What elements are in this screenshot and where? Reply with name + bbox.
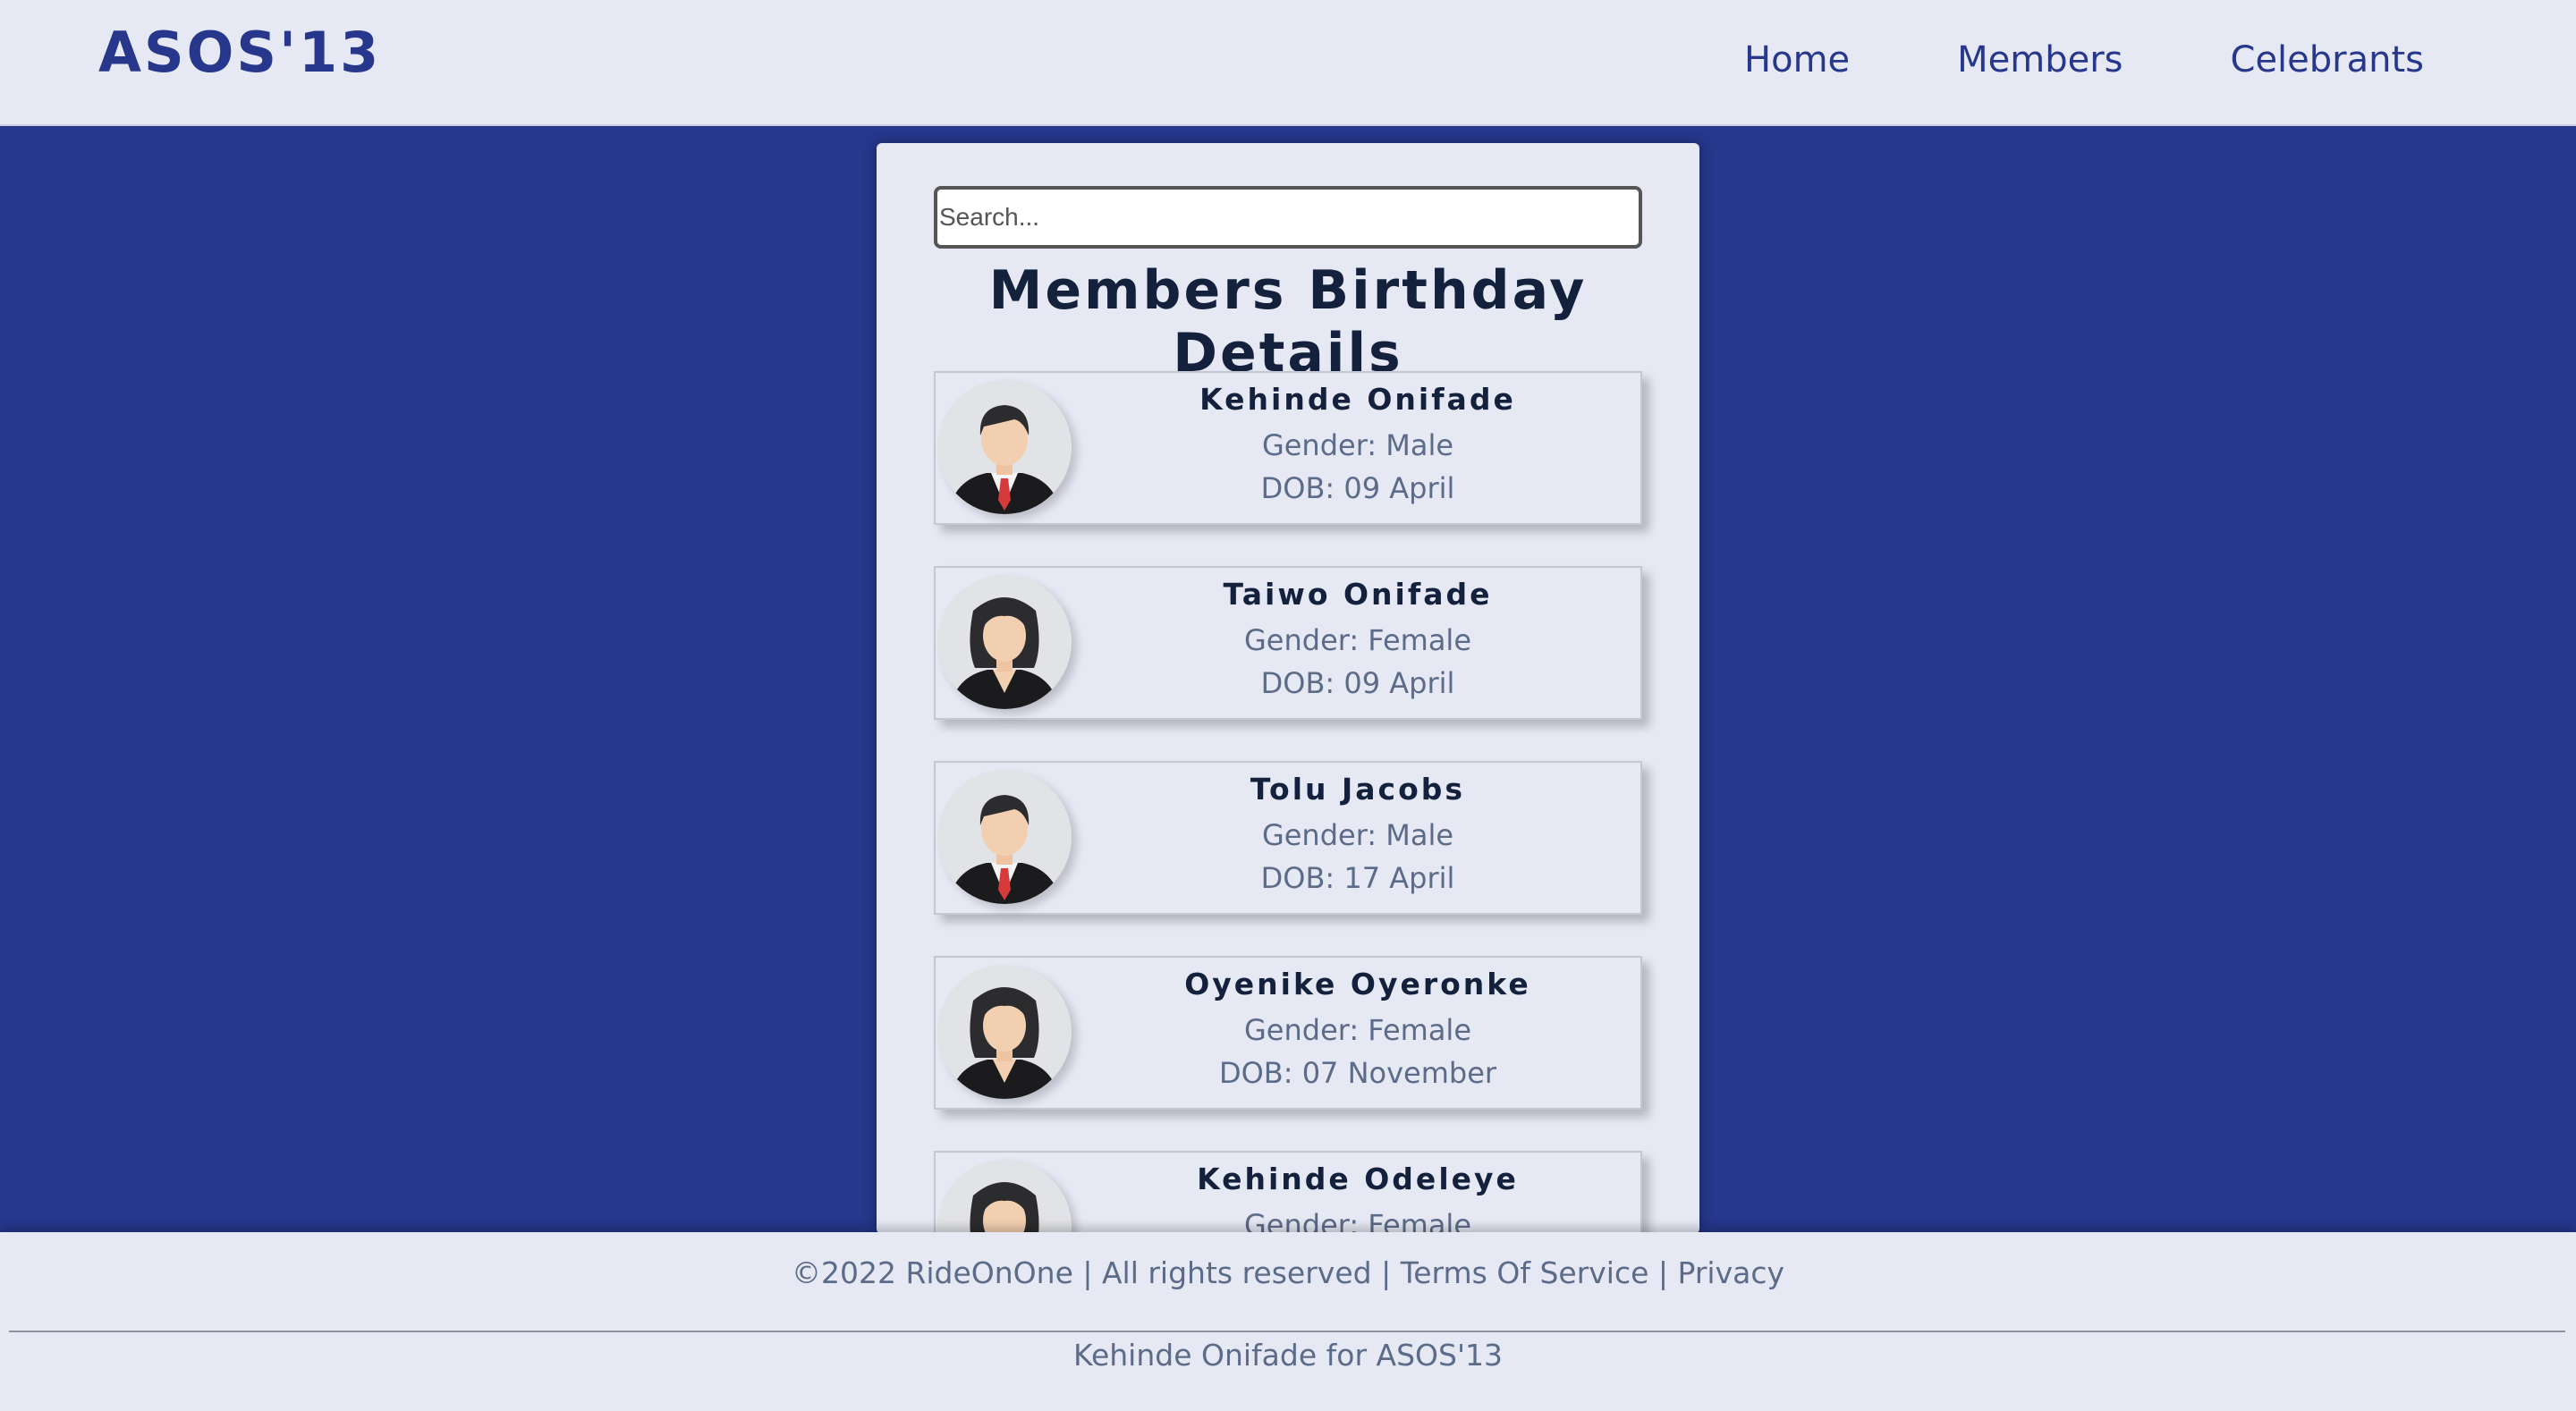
female-avatar-icon xyxy=(937,1160,1072,1234)
member-name: Tolu Jacobs xyxy=(1250,772,1466,807)
main-nav: Home Members Celebrants xyxy=(1744,39,2424,80)
female-avatar-icon xyxy=(937,575,1072,709)
footer-divider xyxy=(9,1331,2565,1332)
footer-links: ©2022 RideOnOne | All rights reserved | … xyxy=(0,1255,2576,1290)
member-name: Kehinde Odeleye xyxy=(1197,1162,1519,1196)
female-avatar-icon xyxy=(937,965,1072,1099)
brand-logo-text[interactable]: ASOS'13 xyxy=(98,20,381,85)
site-footer: ©2022 RideOnOne | All rights reserved | … xyxy=(0,1232,2576,1411)
member-card: Tolu Jacobs Gender: Male DOB: 17 April xyxy=(934,761,1642,915)
member-gender: Gender: Male xyxy=(1261,428,1454,462)
member-name: Kehinde Onifade xyxy=(1199,382,1516,417)
nav-celebrants-link[interactable]: Celebrants xyxy=(2231,39,2424,80)
member-card: Kehinde Odeleye Gender: Female xyxy=(934,1151,1642,1234)
nav-home-link[interactable]: Home xyxy=(1744,39,1850,80)
site-header: ASOS'13 Home Members Celebrants xyxy=(0,0,2576,126)
nav-members-link[interactable]: Members xyxy=(1957,39,2123,80)
member-dob: DOB: 09 April xyxy=(1260,471,1455,505)
male-avatar-icon xyxy=(937,770,1072,904)
footer-copyright: ©2022 RideOnOne | All rights reserved | xyxy=(791,1255,1392,1290)
member-card: Taiwo Onifade Gender: Female DOB: 09 Apr… xyxy=(934,566,1642,720)
member-card: Kehinde Onifade Gender: Male DOB: 09 Apr… xyxy=(934,371,1642,525)
member-gender: Gender: Female xyxy=(1243,1208,1471,1234)
footer-separator: | xyxy=(1657,1255,1669,1290)
member-dob: DOB: 09 April xyxy=(1260,666,1455,700)
male-avatar-icon xyxy=(937,380,1072,514)
privacy-link[interactable]: Privacy xyxy=(1678,1255,1784,1290)
member-dob: DOB: 17 April xyxy=(1260,861,1455,895)
members-panel: Members Birthday Details Kehinde Onifade… xyxy=(877,143,1699,1234)
footer-credit: Kehinde Onifade for ASOS'13 xyxy=(1072,1338,1504,1373)
page-title: Members Birthday Details xyxy=(988,259,1588,384)
member-gender: Gender: Female xyxy=(1243,623,1471,657)
member-gender: Gender: Male xyxy=(1261,818,1454,852)
search-input[interactable] xyxy=(934,186,1642,249)
member-name: Oyenike Oyeronke xyxy=(1184,967,1531,1001)
member-card: Oyenike Oyeronke Gender: Female DOB: 07 … xyxy=(934,956,1642,1110)
member-name: Taiwo Onifade xyxy=(1223,577,1493,612)
member-gender: Gender: Female xyxy=(1243,1013,1471,1047)
terms-of-service-link[interactable]: Terms Of Service xyxy=(1401,1255,1649,1290)
member-dob: DOB: 07 November xyxy=(1218,1056,1497,1090)
